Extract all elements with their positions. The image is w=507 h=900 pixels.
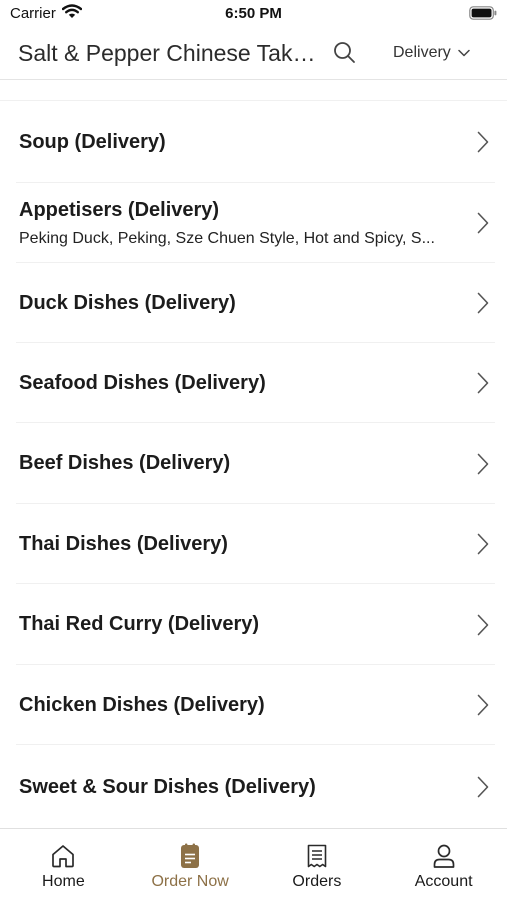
chevron-right-icon — [477, 614, 489, 635]
menu-category-beef-dishes[interactable]: Beef Dishes (Delivery) — [0, 423, 507, 504]
menu-category-title: Beef Dishes (Delivery) — [19, 452, 231, 474]
menu-category-appetisers[interactable]: Appetisers (Delivery) Peking Duck, Pekin… — [0, 183, 507, 263]
menu-category-description: Peking Duck, Peking, Sze Chuen Style, Ho… — [19, 229, 435, 247]
tab-account[interactable]: Account — [380, 829, 507, 900]
chevron-right-icon — [477, 694, 489, 716]
menu-category-seafood-dishes[interactable]: Seafood Dishes (Delivery) — [0, 343, 507, 423]
chevron-right-icon — [477, 292, 489, 314]
chevron-right-icon — [477, 453, 489, 474]
battery-icon — [469, 6, 497, 20]
tab-order-now[interactable]: Order Now — [127, 829, 254, 900]
menu-category-title: Sweet & Sour Dishes (Delivery) — [19, 775, 316, 798]
status-bar: Carrier 6:50 PM — [0, 0, 507, 28]
tab-bar: Home Order Now Orders Account — [0, 828, 507, 900]
menu-category-thai-red-curry[interactable]: Thai Red Curry (Delivery) — [0, 584, 507, 665]
nav-bar: Salt & Pepper Chinese Takeaway Delivery — [0, 28, 507, 80]
menu-category-title: Thai Dishes (Delivery) — [19, 532, 228, 555]
tab-home[interactable]: Home — [0, 829, 127, 900]
menu-category-title: Chicken Dishes (Delivery) — [19, 693, 265, 716]
chevron-right-icon — [477, 533, 489, 555]
menu-category-title: Seafood Dishes (Delivery) — [19, 371, 266, 394]
page-title: Salt & Pepper Chinese Takeaway — [18, 40, 324, 66]
menu-category-list: Soup (Delivery) Appetisers (Delivery) Pe… — [0, 100, 507, 829]
menu-category-chicken-dishes[interactable]: Chicken Dishes (Delivery) — [0, 665, 507, 745]
chevron-right-icon — [477, 131, 489, 153]
order-type-dropdown[interactable]: Delivery — [393, 44, 470, 62]
chevron-right-icon — [477, 776, 489, 798]
tab-label: Order Now — [151, 873, 229, 890]
menu-category-title: Soup (Delivery) — [19, 130, 166, 153]
order-type-label: Delivery — [393, 44, 451, 61]
menu-category-title: Appetisers (Delivery) — [19, 198, 220, 221]
status-time: 6:50 PM — [225, 5, 282, 22]
menu-category-soup[interactable]: Soup (Delivery) — [0, 101, 507, 183]
chevron-right-icon — [477, 372, 489, 394]
receipt-icon — [307, 844, 327, 868]
account-icon — [433, 844, 454, 868]
search-icon[interactable] — [333, 41, 356, 64]
order-bag-icon — [181, 843, 200, 868]
chevron-down-icon — [458, 49, 470, 57]
chevron-right-icon — [477, 212, 489, 234]
tab-label: Home — [42, 873, 85, 890]
menu-category-duck-dishes[interactable]: Duck Dishes (Delivery) — [0, 263, 507, 343]
menu-category-sweet-sour-dishes[interactable]: Sweet & Sour Dishes (Delivery) — [0, 745, 507, 829]
home-icon — [52, 845, 75, 868]
menu-category-thai-dishes[interactable]: Thai Dishes (Delivery) — [0, 504, 507, 584]
tab-label: Account — [414, 873, 473, 890]
tab-label: Orders — [292, 873, 342, 890]
menu-category-title: Thai Red Curry (Delivery) — [19, 613, 260, 635]
menu-category-title: Duck Dishes (Delivery) — [19, 291, 236, 314]
tab-orders[interactable]: Orders — [254, 829, 381, 900]
